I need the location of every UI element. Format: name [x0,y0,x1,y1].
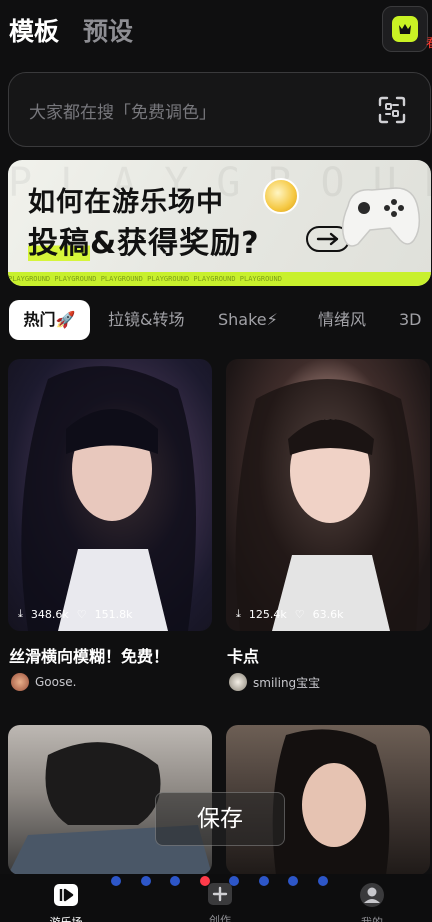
template-card-1[interactable]: ⤓ 348.6k ♡ 151.8k [8,359,212,631]
gamepad-icon [341,187,421,247]
nav-profile-label: 我的 [342,914,402,922]
header: 模板 预设 看 [0,0,432,62]
page-dot [111,876,121,886]
card-2-title[interactable]: 卡点 [227,643,259,667]
banner-line2-rest: &获得奖励? [90,226,260,261]
category-shake[interactable]: Shake⚡ [218,300,278,340]
create-icon [208,883,232,905]
card-2-thumbnail [235,379,419,631]
vip-button[interactable] [382,6,428,52]
page-dot [317,876,328,886]
card-2-downloads: 125.4k [248,607,287,621]
playground-icon [54,884,78,906]
search-placeholder: 大家都在搜「免费调色」 [29,103,216,123]
card-2-likes: 63.6k [312,607,344,621]
tab-presets[interactable]: 预设 [83,12,133,48]
download-icon: ⤓ [18,607,23,620]
category-3d[interactable]: 3D [399,300,422,340]
page-dot [170,876,180,886]
nav-create[interactable]: 创作 [190,882,250,922]
nav-create-label: 创作 [209,914,231,922]
banner-strip: PLAYGROUND PLAYGROUND PLAYGROUND PLAYGRO… [8,272,431,286]
crown-icon [392,16,418,42]
page-dot [140,876,151,886]
download-icon: ⤓ [236,607,241,620]
template-card-2[interactable]: ⤓ 125.4k ♡ 63.6k [226,359,430,631]
promo-banner[interactable]: PLAYGROUND 如何在游乐场中 投稿&获得奖励? PLAYGROUND P… [8,160,431,286]
heart-icon: ♡ [294,607,305,621]
card-1-thumbnail [21,366,197,631]
scan-icon[interactable] [377,95,407,125]
edge-text: 看 [426,34,432,51]
card-2-author-name: smiling宝宝 [253,675,321,690]
coin-icon [263,178,299,214]
card-1-author-name: Goose. [35,675,77,689]
card-1-author[interactable]: Goose. [11,673,76,691]
tab-templates[interactable]: 模板 [9,12,59,48]
banner-title-line2: 投稿&获得奖励? [28,218,260,262]
card-1-likes: 151.8k [94,607,133,621]
nav-playground-label: 游乐场 [36,914,96,922]
card-1-title[interactable]: 丝滑横向模糊！免费！ [9,643,169,667]
nav-profile[interactable]: 我的 [342,882,402,922]
heart-icon: ♡ [76,607,87,621]
card-2-stats: ⤓ 125.4k ♡ 63.6k [236,607,344,621]
profile-icon [360,883,384,907]
banner-highlight: 投稿 [28,226,90,261]
banner-title-line1: 如何在游乐场中 [28,187,224,218]
save-button[interactable]: 保存 [155,792,285,846]
search-bar[interactable]: 大家都在搜「免费调色」 [8,72,431,147]
category-zoom-transition[interactable]: 拉镜&转场 [108,300,184,340]
category-tabs: 热门🚀 拉镜&转场 Shake⚡ 情绪风 3D [0,300,432,344]
card-2-author[interactable]: smiling宝宝 [229,673,320,691]
card-1-downloads: 348.6k [30,607,69,621]
nav-playground[interactable]: 游乐场 [36,882,96,922]
avatar [229,673,247,691]
category-mood[interactable]: 情绪风 [318,300,366,340]
avatar [11,673,29,691]
page-dot [258,876,269,886]
category-hot[interactable]: 热门🚀 [9,300,90,340]
card-1-stats: ⤓ 348.6k ♡ 151.8k [18,607,133,621]
page-dot [288,876,298,886]
